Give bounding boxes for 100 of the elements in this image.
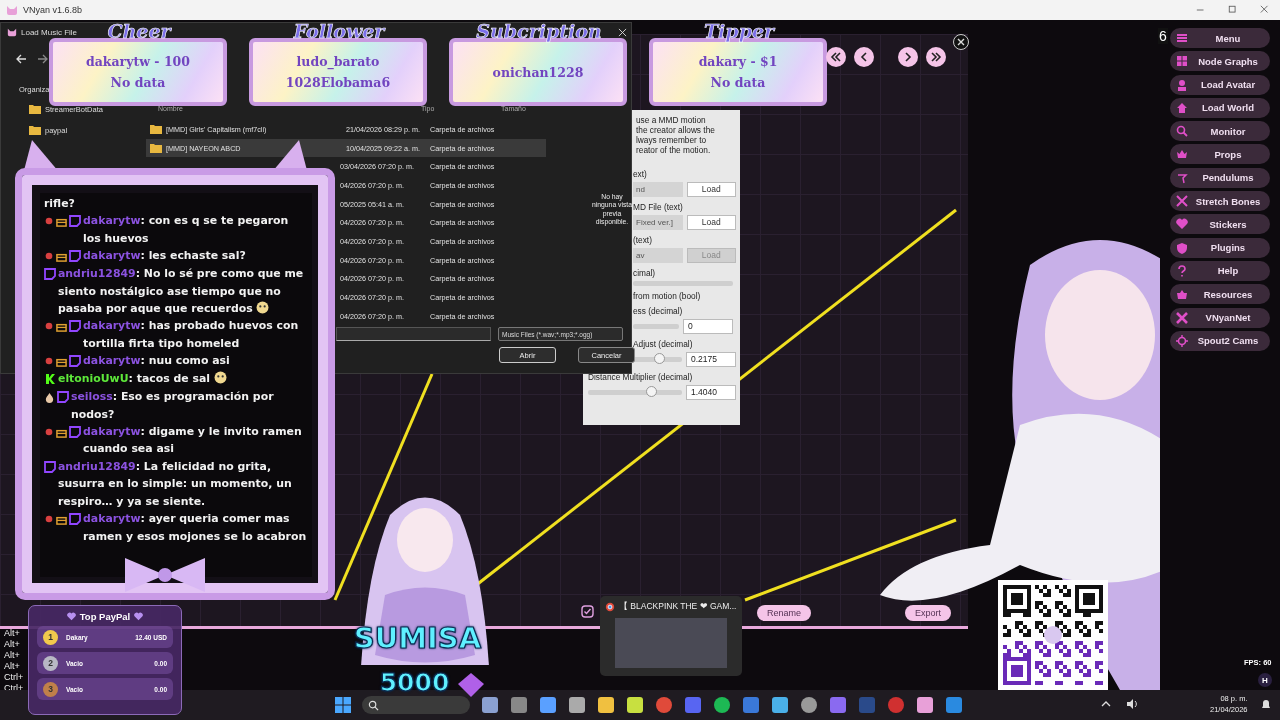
circle-icon[interactable] bbox=[713, 696, 731, 714]
maximize-icon bbox=[1228, 5, 1238, 15]
chat-message: andriu12849: No lo sé pre como que me siento nostálgico ase tiempo que no pasaba por aque que recuerdos bbox=[58, 267, 304, 316]
app-tile-icon[interactable] bbox=[539, 696, 557, 714]
load-button[interactable]: Load bbox=[686, 181, 736, 197]
load-button[interactable]: Load bbox=[686, 214, 736, 230]
value-field[interactable]: 0.2175 bbox=[686, 351, 736, 367]
menu-button[interactable]: Spout2 Cams bbox=[1170, 330, 1270, 351]
crosshair-icon bbox=[1176, 334, 1188, 347]
alert-text: ludo_barato bbox=[296, 54, 380, 69]
app-tile-icon[interactable] bbox=[945, 696, 963, 714]
menu-button[interactable]: Monitor bbox=[1170, 121, 1270, 142]
heart-icon bbox=[134, 612, 144, 621]
close-icon bbox=[1260, 5, 1270, 15]
dot-icon bbox=[44, 514, 54, 525]
dot-icon bbox=[44, 427, 54, 438]
menu-button[interactable]: Help bbox=[1170, 260, 1270, 281]
window-preview[interactable]: 【 BLACKPINK THE ❤ GAM... bbox=[600, 596, 742, 676]
alert-title: Follower bbox=[293, 20, 385, 42]
basket-icon bbox=[1176, 288, 1188, 301]
slider-track[interactable] bbox=[633, 356, 682, 362]
menu-button[interactable]: Load World bbox=[1170, 97, 1270, 118]
dot-icon bbox=[44, 251, 54, 262]
slider-track[interactable] bbox=[633, 280, 733, 286]
rank-medal: 2 bbox=[43, 655, 58, 671]
heart-icon bbox=[1176, 218, 1188, 231]
circle-icon[interactable] bbox=[800, 696, 818, 714]
search-field[interactable] bbox=[362, 696, 470, 714]
dot-icon bbox=[44, 356, 54, 367]
alert-text: 1028Elobama6 bbox=[285, 75, 391, 90]
text-field[interactable]: Fixed ver.] bbox=[633, 214, 683, 230]
text-field[interactable]: nd bbox=[633, 181, 683, 197]
alert-title: Tipper bbox=[704, 20, 774, 42]
menu-button[interactable]: Pendulums bbox=[1170, 167, 1270, 188]
shortcut-key: Ctrl+ bbox=[4, 672, 24, 683]
menu-button[interactable]: Stretch Bones bbox=[1170, 191, 1270, 212]
app-tile-icon[interactable] bbox=[626, 696, 644, 714]
slider-track[interactable] bbox=[588, 389, 682, 395]
field-label: Distance Multiplier (decimal) bbox=[588, 371, 694, 382]
chat-message: dakarytw: les echaste sal? bbox=[83, 249, 246, 263]
dot-icon bbox=[44, 216, 54, 227]
question-mark-icon bbox=[1176, 264, 1188, 277]
gem-icon bbox=[458, 673, 484, 697]
file-name-field[interactable] bbox=[336, 327, 491, 341]
export-button[interactable]: Export bbox=[905, 605, 951, 621]
bell-icon[interactable] bbox=[1260, 699, 1272, 711]
alert-text: dakarytw - 100 bbox=[86, 54, 190, 69]
menu-button[interactable]: Resources bbox=[1170, 284, 1270, 305]
field-label: from motion (bool) bbox=[633, 290, 702, 301]
k-logo-icon bbox=[44, 373, 56, 386]
value-field[interactable]: 0 bbox=[683, 318, 733, 334]
chat-message: dakarytw: has probado huevos con tortilla firta tipo homeled bbox=[83, 319, 299, 350]
shortcut-key: Alt+ bbox=[4, 628, 24, 639]
chevron-right-icon bbox=[902, 51, 914, 63]
back-arrow-icon bbox=[15, 53, 27, 65]
double-chevron-right-icon bbox=[930, 51, 942, 63]
close-icon bbox=[956, 37, 966, 47]
shortcut-key: Ctrl+ bbox=[4, 683, 24, 694]
forward-arrow-icon bbox=[37, 53, 49, 65]
menu-button[interactable]: VNyanNet bbox=[1170, 307, 1270, 328]
close-button[interactable] bbox=[617, 27, 627, 37]
heart-icon bbox=[66, 612, 76, 621]
menu-button[interactable]: Plugins bbox=[1170, 237, 1270, 258]
chat-message: dakarytw: nuu como asi bbox=[83, 354, 230, 368]
shortcut-key: Alt+ bbox=[4, 650, 24, 661]
field-label: (text) bbox=[633, 234, 653, 245]
circle-icon[interactable] bbox=[655, 696, 673, 714]
menu-button[interactable]: Stickers bbox=[1170, 214, 1270, 235]
rename-button[interactable]: Rename bbox=[757, 605, 812, 621]
slider-thumb[interactable] bbox=[654, 352, 666, 364]
field-label: ext) bbox=[633, 168, 648, 179]
alert-title: Subcription bbox=[476, 20, 602, 42]
speaker-icon bbox=[1126, 698, 1138, 710]
alert-title: Cheer bbox=[107, 20, 171, 42]
cross-icon bbox=[1176, 311, 1188, 324]
chat-message: eltonioUwU: tacos de sal bbox=[58, 372, 210, 386]
start-icon[interactable] bbox=[335, 697, 351, 713]
slider-thumb[interactable] bbox=[645, 385, 657, 397]
menu-button[interactable]: Node Graphs bbox=[1170, 51, 1270, 72]
alert-text: onichan1228 bbox=[492, 64, 584, 80]
counter-label: 6 bbox=[1158, 28, 1168, 44]
field-label: cimal) bbox=[633, 267, 657, 278]
dialog-title: Load Music File bbox=[21, 27, 78, 37]
app-tile-icon[interactable] bbox=[742, 696, 760, 714]
person-icon bbox=[1176, 78, 1188, 91]
value-field[interactable]: 1.4040 bbox=[686, 384, 736, 400]
shortcut-key: Alt+ bbox=[4, 661, 24, 672]
house-icon bbox=[1176, 101, 1188, 114]
alert-text: dakary - $1 bbox=[698, 54, 778, 69]
close-icon bbox=[617, 27, 627, 37]
menu-button[interactable]: Menu bbox=[1170, 28, 1270, 48]
panel-title: Top PayPal bbox=[79, 611, 131, 622]
circle-icon[interactable] bbox=[887, 696, 905, 714]
search-icon bbox=[368, 699, 379, 711]
menu-button[interactable]: Load Avatar bbox=[1170, 74, 1270, 95]
chevron-left-icon bbox=[858, 51, 870, 63]
globe-icon bbox=[605, 602, 615, 612]
app-tile-icon[interactable] bbox=[858, 696, 876, 714]
menu-button[interactable]: Props bbox=[1170, 144, 1270, 165]
alert-text: No data bbox=[710, 75, 766, 90]
